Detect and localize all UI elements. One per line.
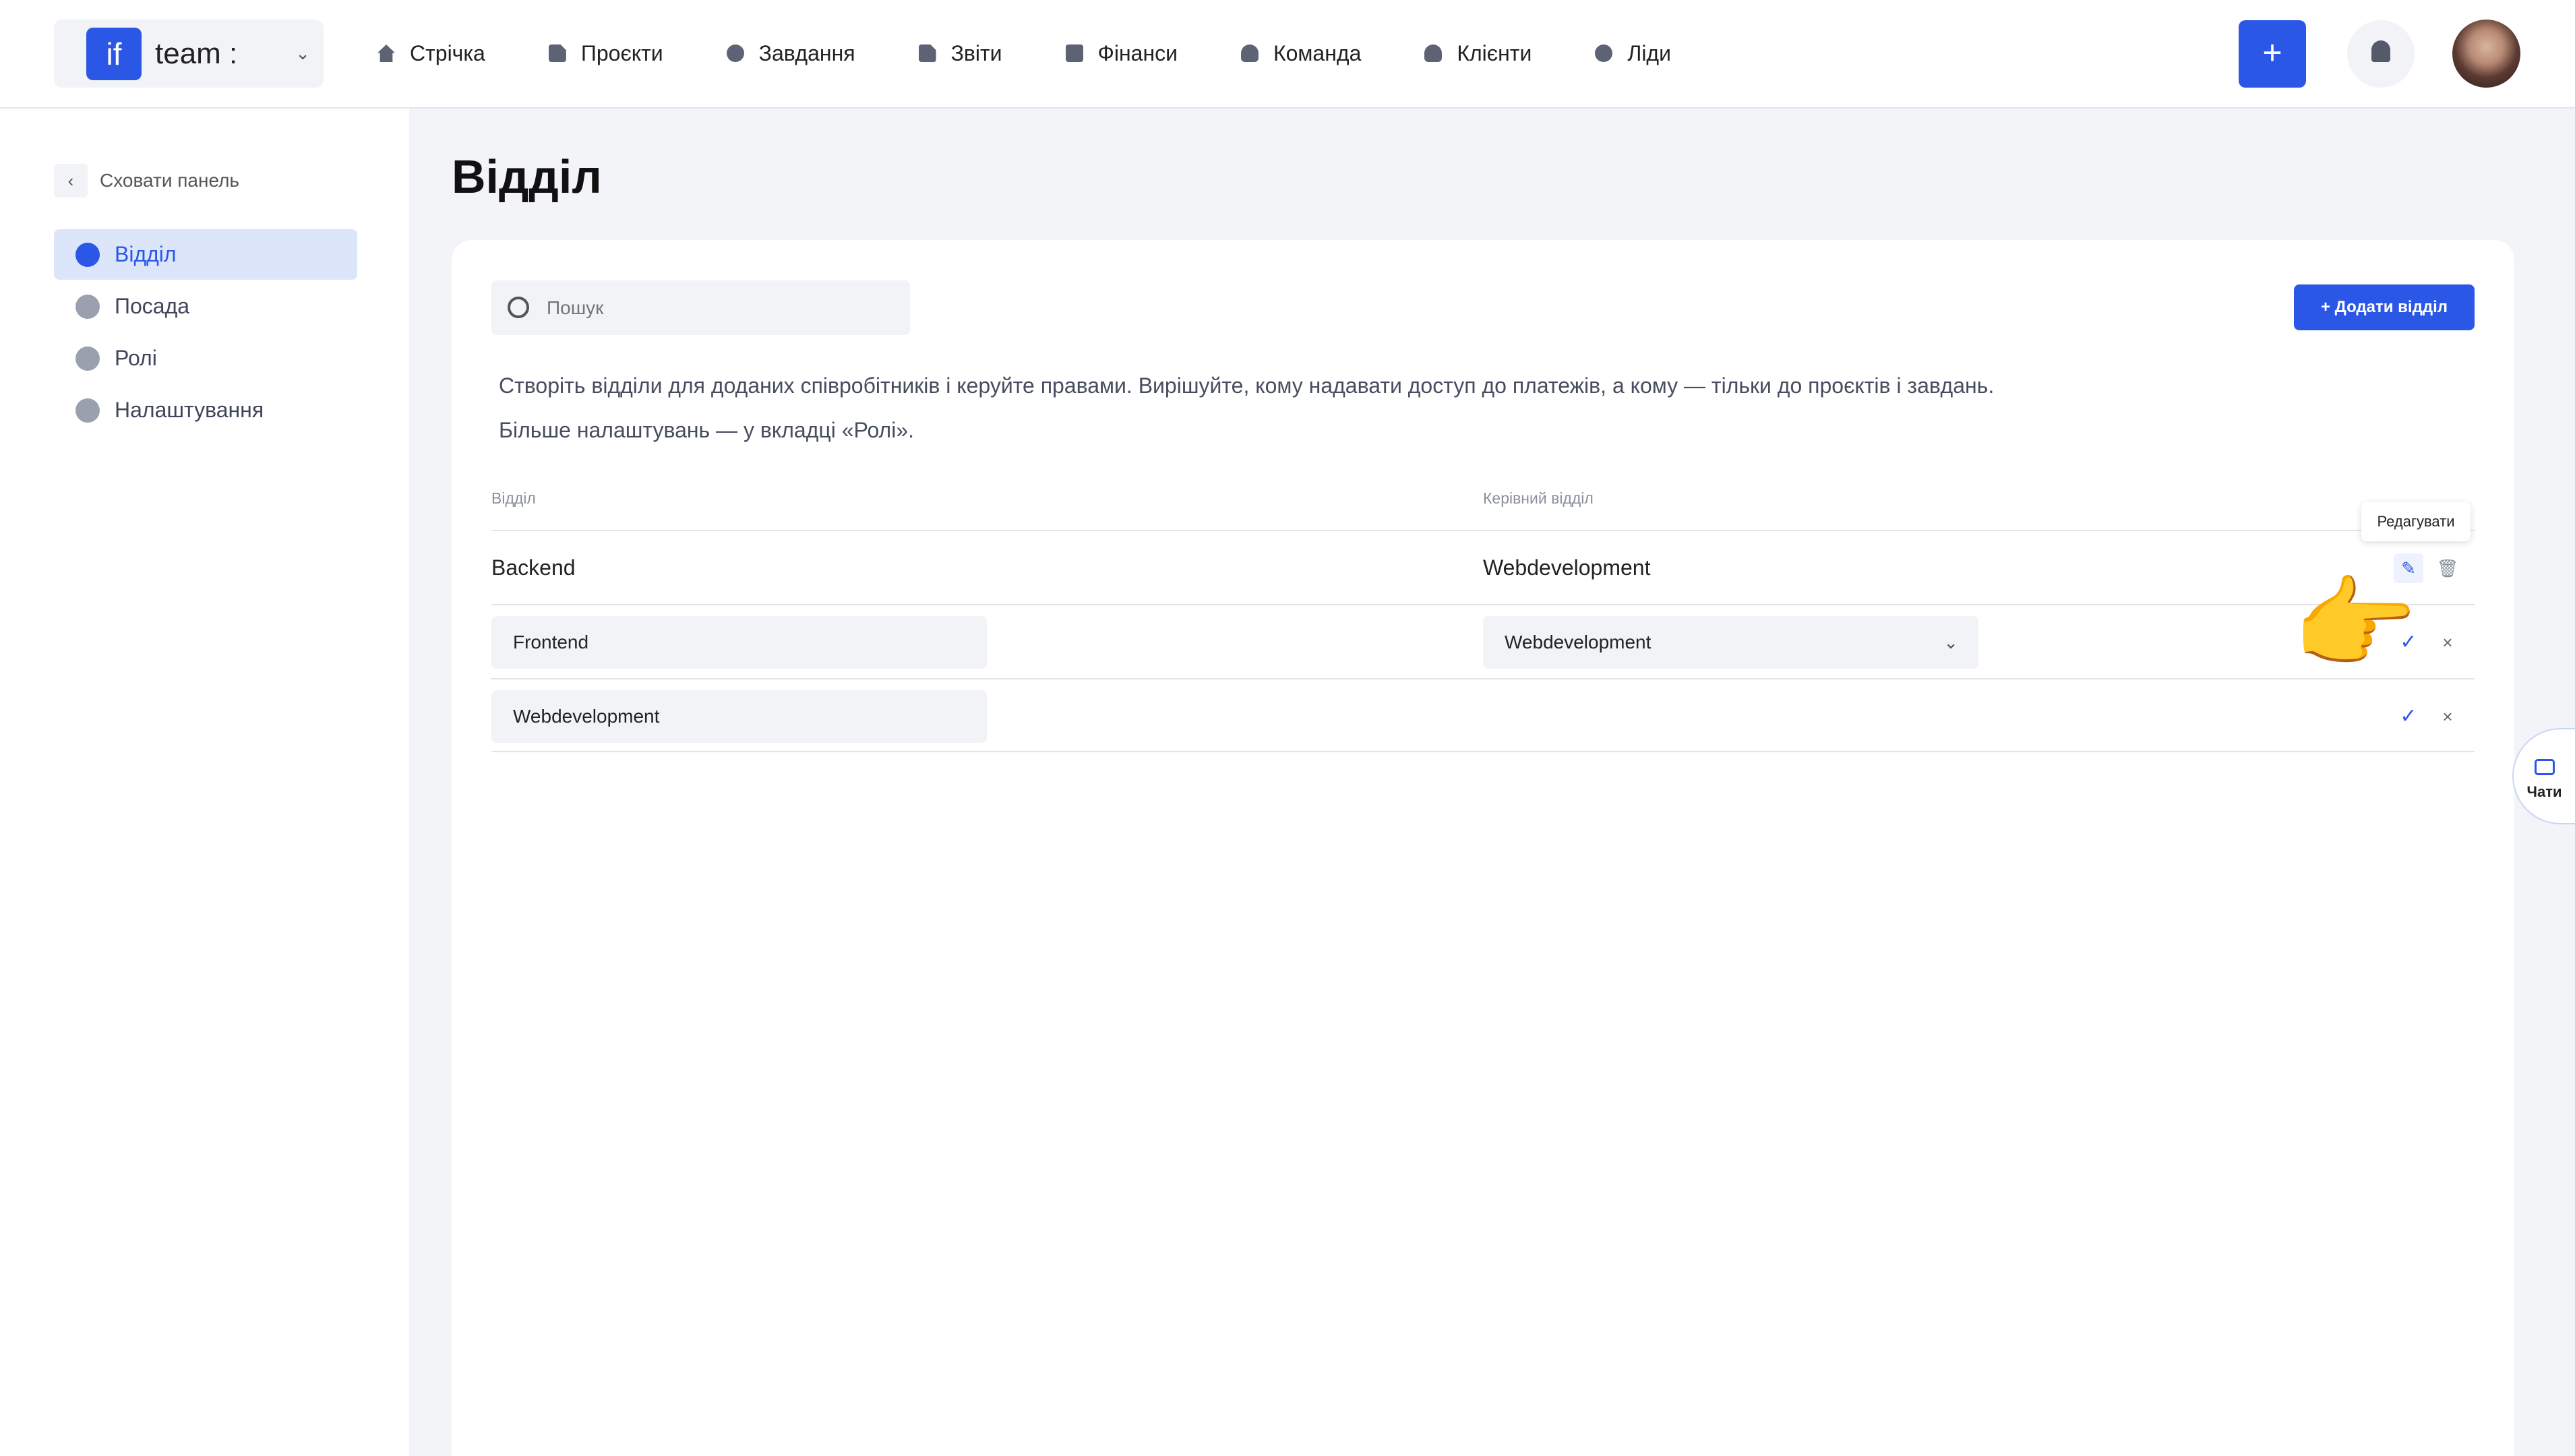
person-icon xyxy=(75,294,100,319)
gear-icon xyxy=(75,398,100,423)
table-row: Webdevelopment ✓ × xyxy=(491,678,2475,752)
edit-tooltip: Редагувати xyxy=(2361,502,2471,541)
leads-icon xyxy=(1595,44,1613,62)
confirm-icon[interactable]: ✓ xyxy=(2394,702,2423,731)
search-box xyxy=(491,280,910,335)
chevron-down-icon: ⌄ xyxy=(295,43,310,63)
department-name-field[interactable]: Webdevelopment xyxy=(491,690,987,743)
close-icon[interactable]: × xyxy=(2433,702,2462,731)
sidebar-item-settings[interactable]: Налаштування xyxy=(54,385,357,435)
chevron-down-icon: ⌄ xyxy=(1943,632,1958,653)
nav-item-feed[interactable]: Стрічка xyxy=(377,41,485,66)
department-name: Backend xyxy=(491,555,576,580)
parent-department-select[interactable]: Webdevelopment ⌄ xyxy=(1483,616,1978,669)
departments-card: + Додати відділ Створіть відділи для дод… xyxy=(452,240,2514,1456)
nav-item-team[interactable]: Команда xyxy=(1240,41,1361,66)
create-button[interactable]: + xyxy=(2239,20,2306,88)
workspace-switcher[interactable]: if team : ⌄ xyxy=(54,20,324,88)
table-row: Backend Webdevelopment ✎ 🗑 xyxy=(491,530,2475,604)
chevron-left-icon: ‹ xyxy=(54,164,88,198)
home-icon xyxy=(377,44,395,62)
nav-item-tasks[interactable]: Завдання xyxy=(726,41,855,66)
top-bar: if team : ⌄ Стрічка Проєкти Завдання Зві… xyxy=(0,0,2575,109)
nav-item-finance[interactable]: Фінанси xyxy=(1065,41,1178,66)
nav-item-leads[interactable]: Ліди xyxy=(1595,41,1671,66)
wallet-icon xyxy=(1065,44,1083,62)
notifications-button[interactable] xyxy=(2347,20,2415,88)
sidebar-item-roles[interactable]: Ролі xyxy=(54,333,357,384)
sidebar-item-position[interactable]: Посада xyxy=(54,281,357,332)
user-icon xyxy=(1240,44,1259,62)
sidebar: ‹ Сховати панель Відділ Посада Ролі Нала… xyxy=(0,109,409,1456)
app-logo: if xyxy=(86,28,142,80)
add-department-button[interactable]: + Додати відділ xyxy=(2294,284,2475,330)
workspace-name: team : xyxy=(155,37,238,70)
hide-panel-label: Сховати панель xyxy=(100,170,240,191)
check-circle-icon xyxy=(726,44,744,62)
chats-label: Чати xyxy=(2526,783,2562,800)
chat-icon xyxy=(2534,759,2555,775)
column-header-department: Відділ xyxy=(491,489,536,507)
hide-panel-button[interactable]: ‹ Сховати панель xyxy=(54,164,239,198)
column-header-parent: Керівний відділ xyxy=(1483,489,1594,507)
description-line-2: Більше налаштувань — у вкладці «Ролі». xyxy=(499,418,915,442)
trash-icon[interactable]: 🗑 xyxy=(2433,553,2462,583)
clients-icon xyxy=(1424,44,1443,62)
nav-item-projects[interactable]: Проєкти xyxy=(548,41,663,66)
table-row: Frontend Webdevelopment ⌄ ✓ × xyxy=(491,604,2475,678)
chats-button[interactable]: Чати xyxy=(2512,728,2575,824)
people-icon xyxy=(75,242,100,267)
bell-icon xyxy=(2371,40,2390,62)
pointing-hand-icon: 👉 xyxy=(2292,567,2418,680)
nav-item-reports[interactable]: Звіти xyxy=(918,41,1002,66)
parent-department: Webdevelopment xyxy=(1483,555,1651,580)
report-icon xyxy=(918,44,936,62)
search-icon xyxy=(508,297,529,318)
close-icon[interactable]: × xyxy=(2433,628,2462,657)
page-title: Відділ xyxy=(452,150,602,203)
search-input[interactable] xyxy=(547,280,897,335)
sidebar-item-department[interactable]: Відділ xyxy=(54,229,357,280)
nav-item-clients[interactable]: Клієнти xyxy=(1424,41,1532,66)
department-name-field[interactable]: Frontend xyxy=(491,616,987,669)
key-icon xyxy=(75,346,100,371)
parent-department-value: Webdevelopment xyxy=(1505,632,1652,653)
avatar[interactable] xyxy=(2452,20,2520,88)
document-icon xyxy=(548,44,566,62)
main-nav: Стрічка Проєкти Завдання Звіти Фінанси К… xyxy=(377,0,1734,107)
description-line-1: Створіть відділи для доданих співробітни… xyxy=(499,373,1995,398)
